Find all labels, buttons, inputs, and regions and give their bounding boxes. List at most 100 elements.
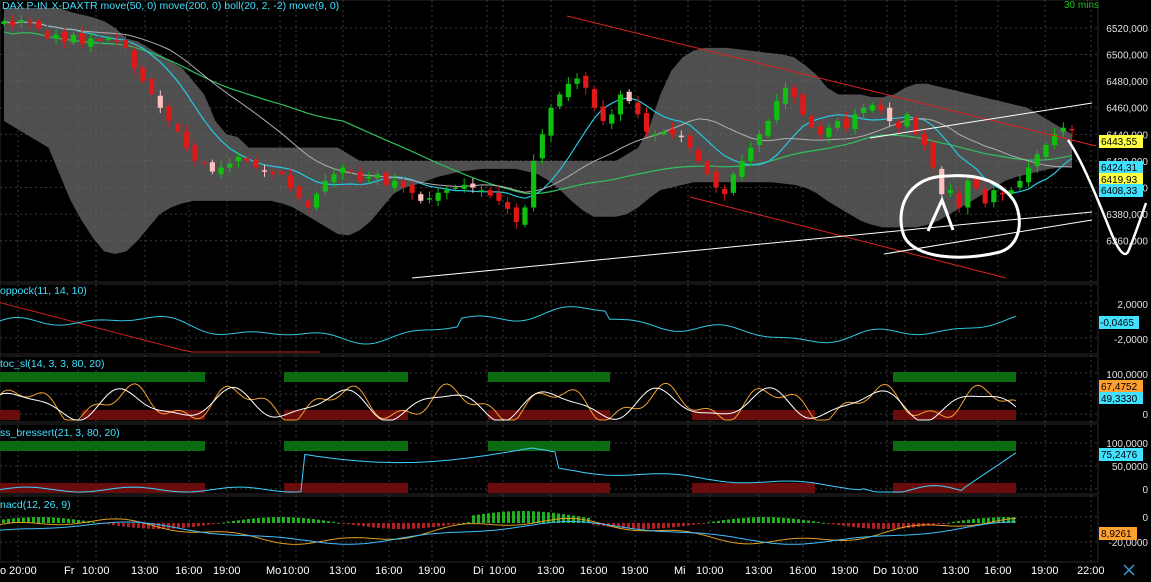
macd-bar — [427, 523, 430, 528]
macd-bar — [367, 523, 370, 527]
time-tick-label: 19:00 — [831, 565, 859, 577]
candle-body — [1034, 154, 1040, 167]
macd-bar — [952, 521, 955, 523]
macd-bar — [442, 523, 445, 526]
macd-bar — [352, 523, 355, 525]
candle-body — [435, 192, 441, 201]
macd-bar — [472, 515, 475, 523]
stochastic-tick-label: 100,0000 — [1106, 370, 1148, 381]
time-tick-label: 10:00 — [82, 565, 110, 577]
macd-bar — [742, 517, 745, 523]
macd-bar — [937, 523, 940, 525]
stochastic-tick-label: 0 — [1142, 410, 1148, 421]
candle-body — [1, 21, 7, 24]
candle-body — [852, 114, 858, 130]
macd-bar — [257, 517, 260, 523]
macd-bar — [447, 523, 450, 526]
macd-bar — [837, 523, 840, 526]
macd-bar — [722, 520, 725, 523]
trading-chart[interactable]: DAX P-IN X-DAXTR move(50, 0) move(200, 0)… — [0, 0, 1151, 577]
candle-body — [947, 190, 954, 193]
macd-bar — [242, 519, 245, 523]
candle-body — [470, 183, 476, 188]
macd-bar — [137, 523, 140, 529]
candle-body — [227, 163, 233, 168]
macd-bar — [857, 523, 860, 528]
macd-bar — [232, 520, 235, 523]
time-tick-label: Do — [873, 565, 887, 577]
candle-body — [149, 78, 155, 95]
candle-body — [296, 186, 302, 199]
candle-body — [348, 170, 354, 172]
macd-bar — [827, 523, 830, 524]
macd-bar — [882, 523, 885, 529]
time-tick-label: 19:00 — [1031, 565, 1059, 577]
candle-body — [331, 174, 337, 183]
macd-bar — [272, 517, 275, 523]
candle-body — [522, 207, 528, 225]
candle-body — [904, 114, 910, 127]
macd-bar — [212, 523, 215, 525]
macd-bar — [527, 511, 530, 523]
candle-body — [704, 160, 710, 175]
macd-bar — [267, 517, 270, 523]
macd-bar — [512, 511, 515, 523]
signal-zone — [0, 372, 205, 382]
candle-body — [973, 178, 980, 188]
macd-bar — [307, 518, 310, 523]
bressert-value-tag: 75,2476 — [1101, 450, 1138, 461]
candle-body — [887, 107, 893, 122]
candle-body — [800, 94, 806, 115]
macd-bar — [52, 517, 55, 523]
candle-body — [261, 170, 268, 172]
macd-bar — [757, 517, 760, 523]
macd-bar — [77, 519, 80, 523]
macd-bar — [487, 513, 490, 523]
candle-body — [322, 180, 328, 192]
macd-bar — [547, 512, 550, 523]
candle-body — [791, 87, 797, 98]
macd-bar — [57, 517, 60, 523]
signal-zone — [0, 441, 205, 451]
time-tick-label: 10:00 — [282, 565, 310, 577]
macd-bar — [277, 517, 280, 523]
macd-bar — [497, 512, 500, 523]
macd-bar — [677, 523, 680, 527]
time-tick-label: o 20:00 — [0, 565, 37, 577]
signal-zone — [893, 483, 1016, 493]
macd-bar — [957, 521, 960, 523]
macd-bar — [977, 518, 980, 523]
macd-bar — [402, 523, 405, 529]
macd-bar — [972, 519, 975, 523]
macd-bar — [732, 518, 735, 523]
candle-body — [175, 123, 181, 132]
macd-bar — [642, 523, 645, 529]
macd-bar — [422, 523, 425, 529]
macd-bar — [747, 517, 750, 523]
macd-bar — [92, 522, 95, 524]
candle-body — [600, 106, 606, 122]
candle-body — [548, 107, 554, 136]
time-tick-label: Di — [473, 565, 483, 577]
macd-bar — [777, 517, 780, 523]
macd-bar — [662, 523, 665, 529]
resize-grip-icon[interactable] — [1118, 562, 1151, 577]
time-tick-label: 16:00 — [375, 565, 403, 577]
candle-body — [921, 134, 927, 145]
macd-bar — [207, 523, 210, 525]
macd-bar — [112, 523, 115, 526]
macd-bar — [657, 523, 660, 529]
candle-body — [982, 188, 988, 204]
signal-zone — [0, 410, 20, 420]
signal-zone — [284, 483, 408, 493]
candle-body — [861, 107, 867, 114]
macd-value-tag: 8,9261 — [1101, 529, 1132, 540]
candle-body — [218, 167, 224, 175]
candle-body — [279, 171, 285, 175]
macd-bar — [157, 523, 160, 529]
macd-bar — [812, 521, 815, 523]
candle-body — [183, 131, 189, 148]
candle-body — [487, 190, 493, 196]
signal-zone — [488, 483, 610, 493]
macd-bar — [832, 523, 835, 525]
